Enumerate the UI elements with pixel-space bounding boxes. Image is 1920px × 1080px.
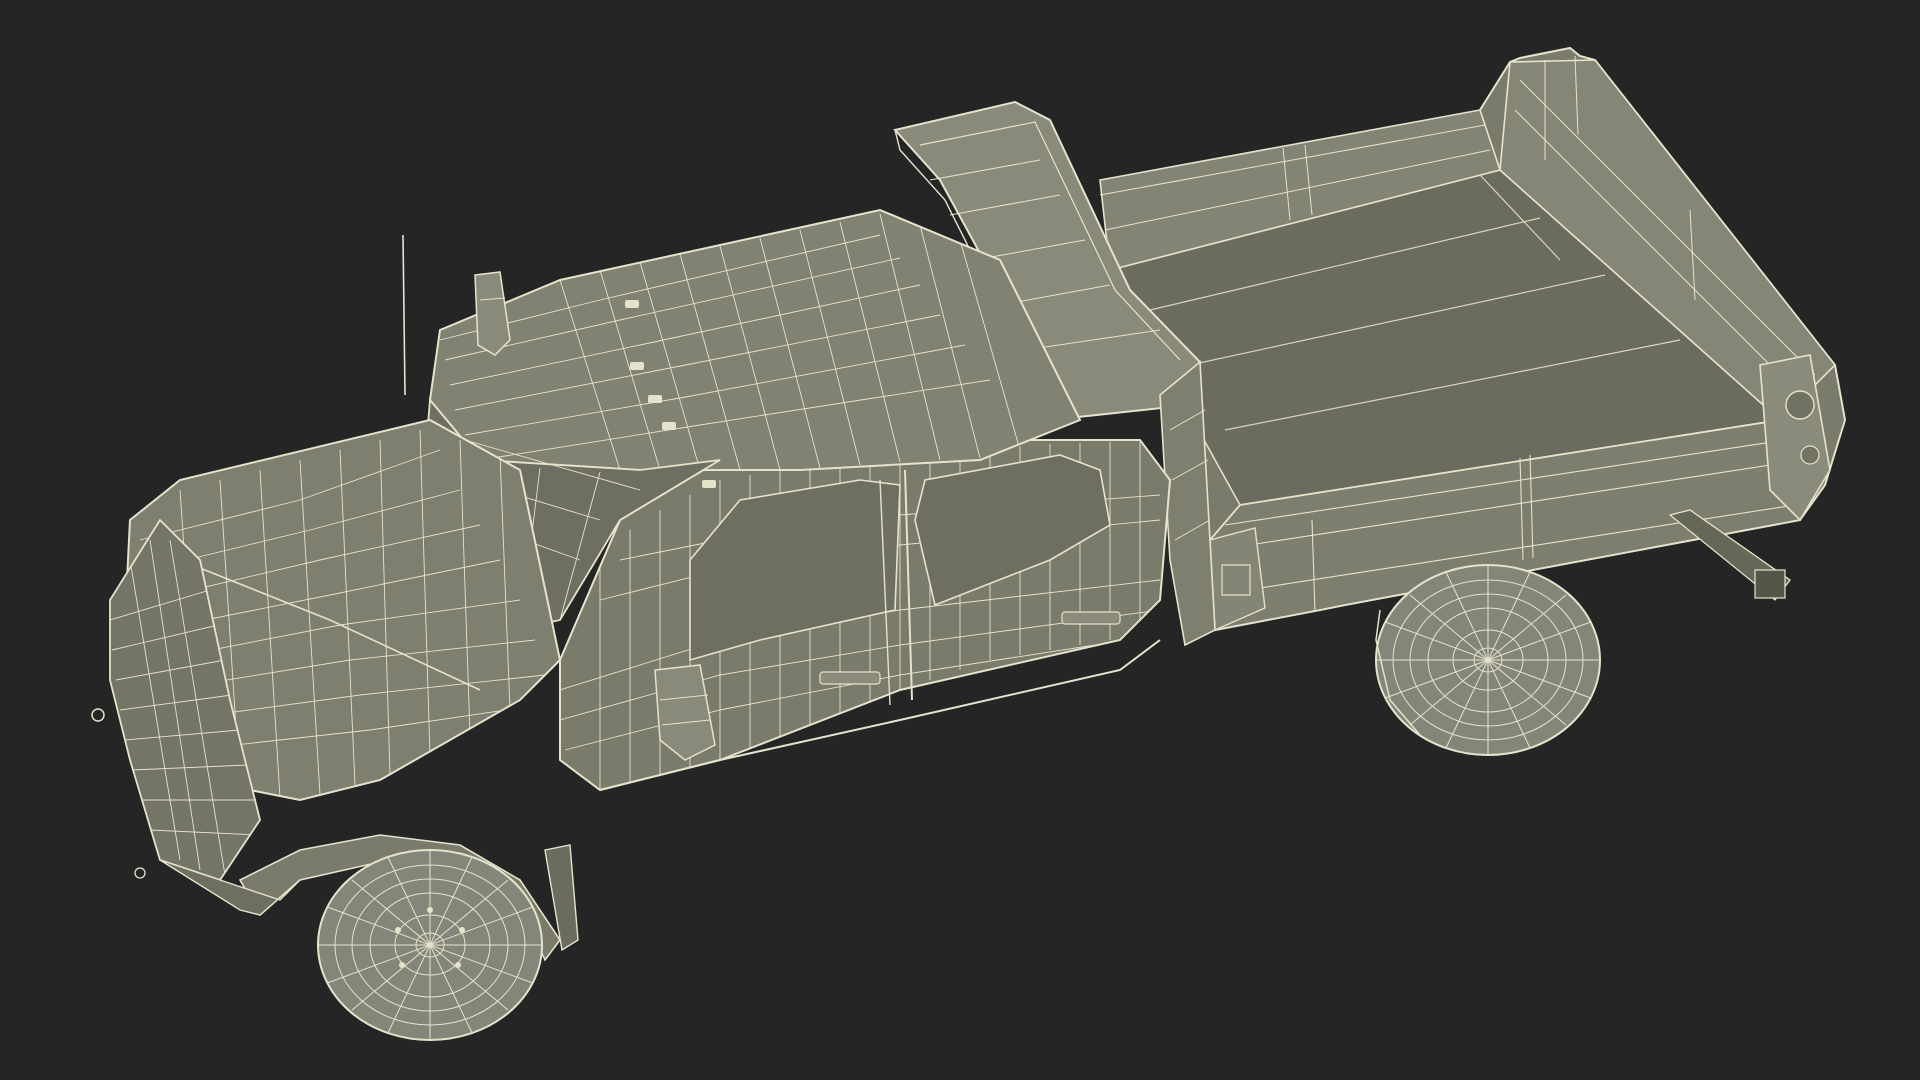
front-door-handle	[819, 671, 881, 685]
rear-door-handle	[1061, 611, 1121, 625]
render-viewport	[0, 0, 1920, 1080]
rear-wheel	[1375, 564, 1601, 756]
wireframe-truck-render	[0, 0, 1920, 1080]
